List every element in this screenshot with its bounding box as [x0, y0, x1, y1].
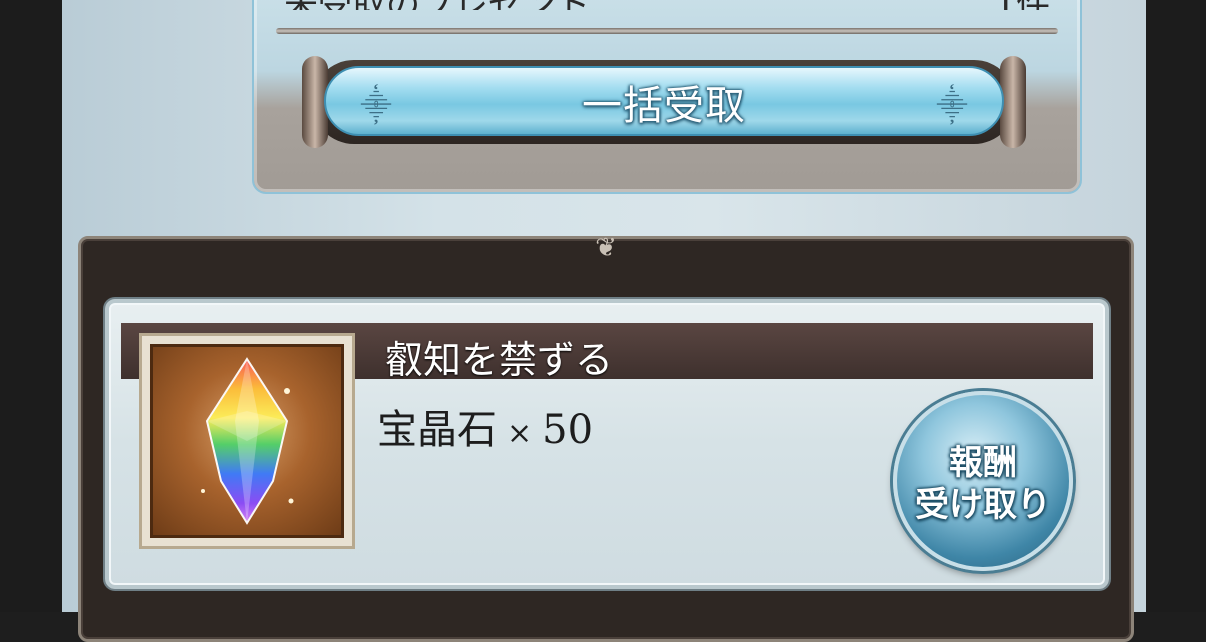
rainbow-crystal-icon: [201, 357, 294, 525]
right-gutter: [1146, 0, 1206, 612]
bulk-receive-label: 一括受取: [582, 83, 746, 129]
claim-reward-button[interactable]: 報酬 受け取り: [893, 391, 1073, 571]
reward-multiplier: ×: [507, 416, 533, 451]
quest-reward-frame: ❦ 叡知を禁ずる 宝晶石 × 50 報酬 受け取り: [78, 233, 1134, 642]
frame-crest-icon: ❦: [595, 233, 617, 263]
flourish-left-icon: ⸎: [360, 89, 392, 124]
reward-thumbnail-background: [150, 344, 344, 538]
unclaimed-presents-row: 未受取のプレゼント 1件: [284, 0, 1050, 10]
reward-thumbnail: [139, 333, 355, 549]
reward-description: 宝晶石 × 50: [377, 397, 593, 455]
unclaimed-presents-count: 1件: [994, 0, 1050, 10]
present-notice-box: 未受取のプレゼント 1件 ⸎ ⸎ 一括受取: [252, 0, 1082, 194]
reward-name: 宝晶石: [377, 407, 497, 453]
flourish-right-icon: ⸎: [936, 89, 968, 124]
quest-title: 叡知を禁ずる: [385, 338, 614, 382]
left-gutter: [0, 0, 62, 612]
reward-quantity: 50: [542, 407, 594, 453]
claim-reward-label-line2: 受け取り: [915, 485, 1051, 525]
bulk-receive-button[interactable]: ⸎ ⸎ 一括受取: [302, 56, 1026, 148]
unclaimed-presents-label: 未受取のプレゼント: [284, 0, 590, 10]
quest-reward-card: 叡知を禁ずる 宝晶石 × 50 報酬 受け取り: [105, 299, 1109, 589]
notice-divider: [276, 28, 1058, 34]
